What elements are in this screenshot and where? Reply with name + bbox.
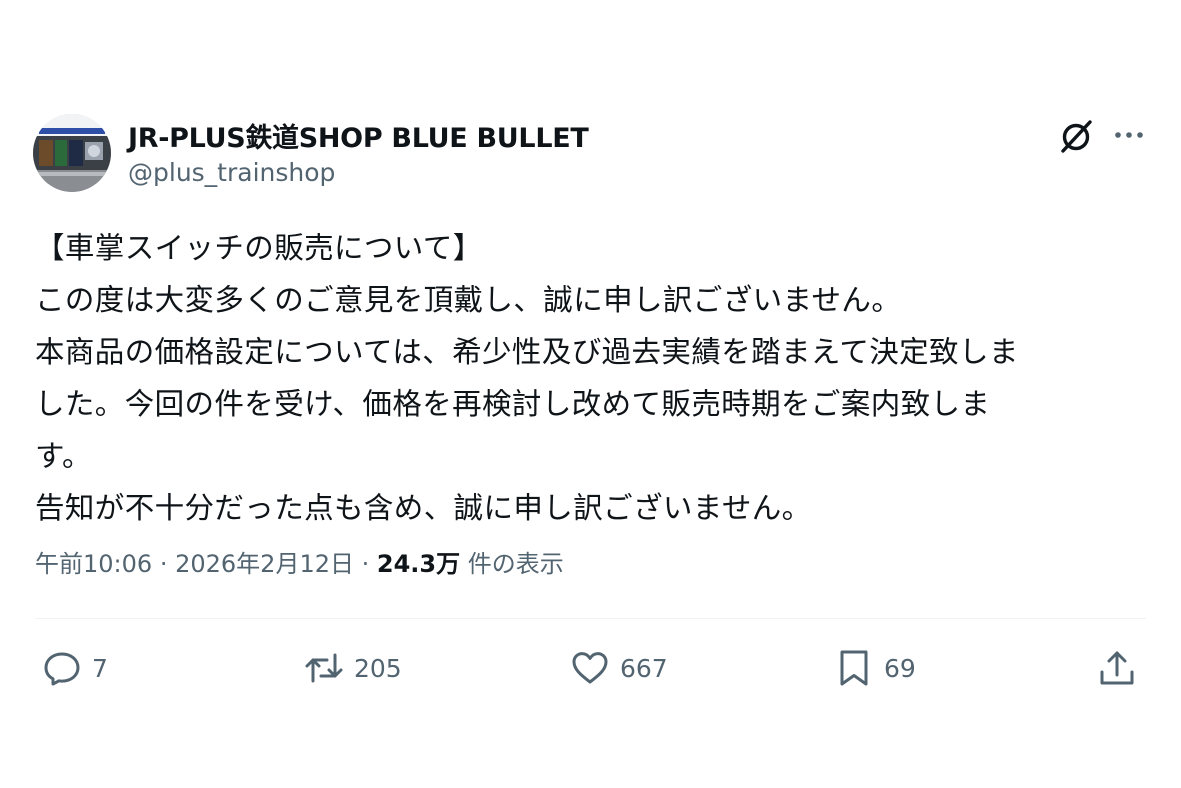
tweet-meta: 午前10:06 · 2026年2月12日 · 24.3万 件の表示	[35, 544, 564, 579]
tweet-line: した。今回の件を受け、価格を再検討し改めて販売時期をご案内致しま	[35, 387, 991, 421]
tweet-time[interactable]: 午前10:06	[35, 550, 152, 578]
avatar[interactable]	[33, 114, 111, 192]
repost-count: 205	[354, 653, 402, 683]
share-icon	[1100, 651, 1134, 685]
heart-icon	[572, 652, 608, 684]
like-button[interactable]: 667	[570, 645, 668, 691]
meta-separator: ·	[159, 550, 168, 578]
views-label: 件の表示	[467, 550, 564, 578]
tweet-line: 【車掌スイッチの販売について】	[35, 231, 483, 265]
like-count: 667	[620, 653, 668, 683]
reply-icon	[44, 652, 80, 686]
divider	[35, 618, 1146, 619]
author-display-name[interactable]: JR-PLUS鉄道SHOP BLUE BULLET	[128, 116, 589, 155]
tweet-line: す。	[35, 439, 92, 473]
tweet-text: 【車掌スイッチの販売について】 この度は大変多くのご意見を頂戴し、誠に申し訳ござ…	[35, 222, 1150, 534]
meta-separator: ·	[361, 550, 370, 578]
tweet-date[interactable]: 2026年2月12日	[175, 550, 354, 578]
views-count[interactable]: 24.3万	[377, 550, 460, 578]
reply-count: 7	[92, 653, 108, 683]
tweet-line: 本商品の価格設定については、希少性及び過去実績を踏まえて決定致しま	[35, 335, 1019, 369]
tweet-line: 告知が不十分だった点も含め、誠に申し訳ございません。	[35, 491, 812, 525]
more-icon[interactable]	[1112, 120, 1146, 150]
repost-button[interactable]: 205	[304, 645, 402, 691]
bookmark-icon	[840, 650, 868, 686]
share-button[interactable]	[1097, 645, 1137, 691]
bookmark-button[interactable]: 69	[834, 645, 916, 691]
grok-icon[interactable]	[1057, 117, 1095, 155]
author-handle[interactable]: @plus_trainshop	[128, 158, 335, 187]
avatar-image	[33, 114, 111, 192]
tweet-line: この度は大変多くのご意見を頂戴し、誠に申し訳ございません。	[35, 283, 902, 317]
reply-button[interactable]: 7	[42, 645, 108, 691]
repost-icon	[305, 653, 343, 683]
tweet-card: JR-PLUS鉄道SHOP BLUE BULLET @plus_trainsho…	[0, 0, 1181, 788]
bookmark-count: 69	[884, 653, 916, 683]
